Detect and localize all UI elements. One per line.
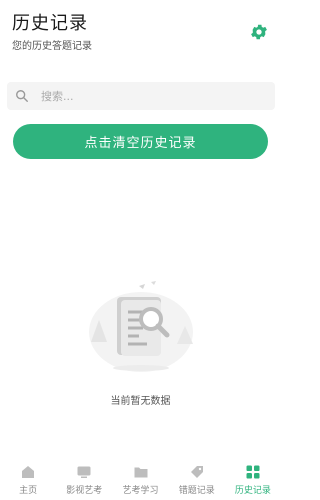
tab-art-study[interactable]: 艺考学习 [112,460,168,500]
tag-icon [190,466,203,478]
gear-icon [251,24,267,40]
settings-button[interactable] [249,22,269,42]
tab-history[interactable]: 历史记录 [225,460,281,500]
empty-state: 当前暂无数据 [0,272,281,407]
tab-label: 艺考学习 [122,486,159,496]
folder-icon [134,467,147,478]
tab-wrong-answers[interactable]: 错题记录 [169,460,225,500]
home-icon [22,466,35,478]
bottom-tabbar: 主页 影视艺考 艺考学习 错题记录 历史记录 [0,460,281,500]
page-subtitle: 您的历史答题记录 [12,41,92,52]
tab-home[interactable]: 主页 [0,460,56,500]
tab-label: 主页 [19,486,38,496]
tab-film-tv[interactable]: 影视艺考 [56,460,112,500]
tab-label: 错题记录 [178,486,215,496]
empty-state-text: 当前暂无数据 [110,396,171,407]
tab-label: 历史记录 [234,486,271,496]
clear-history-button[interactable]: 点击清空历史记录 [13,124,268,159]
search-bar[interactable] [7,82,275,110]
tv-icon [77,466,91,478]
search-input[interactable] [41,89,241,103]
empty-document-illustration [88,281,193,372]
page-header: 历史记录 您的历史答题记录 [12,12,269,62]
page-title: 历史记录 [12,13,88,34]
search-icon [16,90,28,102]
tab-label: 影视艺考 [66,486,103,496]
grid-icon [246,465,260,479]
history-page: 历史记录 您的历史答题记录 点击清空历史记录 [0,0,281,500]
